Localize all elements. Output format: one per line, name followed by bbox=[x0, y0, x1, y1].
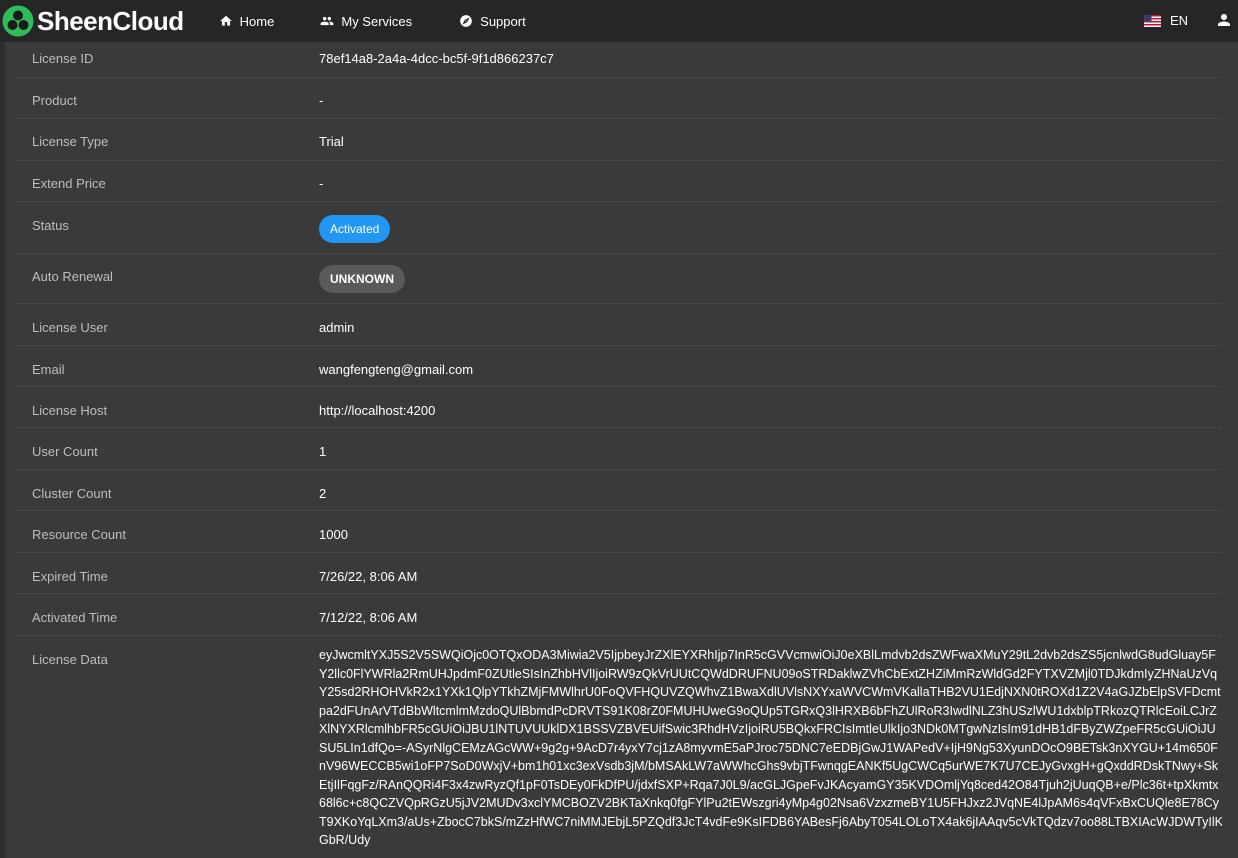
row-cluster-count: Cluster Count 2 bbox=[16, 470, 1222, 511]
row-license-data: License Data eyJwcmltYXJ5S2V5SWQiOjc0OTQ… bbox=[16, 636, 1222, 858]
row-resource-count: Resource Count 1000 bbox=[16, 511, 1222, 553]
auto-renewal-label: Auto Renewal bbox=[32, 269, 113, 284]
nav-home-label: Home bbox=[239, 13, 275, 29]
product-value: - bbox=[319, 93, 324, 108]
main-nav: Home My Services Support bbox=[219, 14, 526, 29]
cluster-count-value: 2 bbox=[319, 486, 327, 501]
row-expired-time: Expired Time 7/26/22, 8:06 AM bbox=[16, 553, 1222, 594]
license-details-card: License ID 78ef14a8-2a4a-4dcc-bc5f-9f1d8… bbox=[16, 42, 1222, 858]
sheencloud-logo-icon bbox=[2, 5, 34, 37]
row-activated-time: Activated Time 7/12/22, 8:06 AM bbox=[16, 594, 1222, 636]
row-license-host: License Host http://localhost:4200 bbox=[16, 387, 1222, 428]
row-email: Email wangfengteng@gmail.com bbox=[16, 346, 1222, 387]
nav-my-services[interactable]: My Services bbox=[320, 14, 412, 29]
row-auto-renewal: Auto Renewal UNKNOWN bbox=[16, 254, 1222, 304]
row-user-count: User Count 1 bbox=[16, 428, 1222, 470]
license-id-label: License ID bbox=[32, 51, 94, 66]
email-value: wangfengteng@gmail.com bbox=[319, 362, 474, 377]
us-flag-icon bbox=[1144, 14, 1161, 27]
user-count-value: 1 bbox=[319, 444, 327, 459]
license-type-value: Trial bbox=[319, 134, 344, 149]
nav-support-label: Support bbox=[480, 13, 526, 29]
row-license-id: License ID 78ef14a8-2a4a-4dcc-bc5f-9f1d8… bbox=[16, 42, 1222, 78]
expired-time-label: Expired Time bbox=[32, 569, 108, 584]
extend-price-value: - bbox=[319, 176, 324, 191]
license-data-value: eyJwcmltYXJ5S2V5SWQiOjc0OTQxODA3Miwia2V5… bbox=[319, 648, 1222, 847]
status-badge: Activated bbox=[319, 215, 391, 243]
nav-support[interactable]: Support bbox=[459, 14, 526, 29]
account-button[interactable] bbox=[1215, 11, 1233, 29]
row-extend-price: Extend Price - bbox=[16, 161, 1222, 202]
resource-count-label: Resource Count bbox=[32, 527, 126, 542]
language-selector[interactable]: EN bbox=[1144, 13, 1188, 28]
top-navbar: SheenCloud Home My Services Support EN bbox=[0, 0, 1238, 42]
nav-my-services-label: My Services bbox=[341, 13, 413, 29]
license-id-value: 78ef14a8-2a4a-4dcc-bc5f-9f1d866237c7 bbox=[319, 51, 554, 66]
license-user-value: admin bbox=[319, 320, 355, 335]
language-label: EN bbox=[1170, 13, 1189, 28]
auto-renewal-badge: UNKNOWN bbox=[319, 265, 405, 293]
extend-price-label: Extend Price bbox=[32, 176, 106, 191]
license-host-label: License Host bbox=[32, 403, 108, 418]
row-license-user: License User admin bbox=[16, 304, 1222, 346]
email-label: Email bbox=[32, 362, 65, 377]
side-strip bbox=[0, 42, 5, 858]
license-data-label: License Data bbox=[32, 652, 108, 667]
row-status: Status Activated bbox=[16, 202, 1222, 254]
resource-count-value: 1000 bbox=[319, 527, 348, 542]
license-user-label: License User bbox=[32, 320, 108, 335]
product-label: Product bbox=[32, 93, 77, 108]
brand-name: SheenCloud bbox=[37, 5, 184, 36]
people-icon bbox=[320, 16, 334, 26]
status-label: Status bbox=[32, 218, 69, 233]
user-count-label: User Count bbox=[32, 444, 98, 459]
row-product: Product - bbox=[16, 78, 1222, 119]
brand-logo[interactable]: SheenCloud bbox=[2, 5, 184, 37]
license-host-value: http://localhost:4200 bbox=[319, 403, 436, 418]
home-icon bbox=[219, 15, 232, 26]
nav-home[interactable]: Home bbox=[219, 13, 275, 29]
expired-time-value: 7/26/22, 8:06 AM bbox=[319, 569, 418, 584]
activated-time-value: 7/12/22, 8:06 AM bbox=[319, 610, 418, 625]
account-icon bbox=[1218, 14, 1230, 26]
compass-icon bbox=[460, 15, 472, 27]
row-license-type: License Type Trial bbox=[16, 119, 1222, 161]
license-type-label: License Type bbox=[32, 134, 109, 149]
activated-time-label: Activated Time bbox=[32, 610, 118, 625]
cluster-count-label: Cluster Count bbox=[32, 486, 112, 501]
